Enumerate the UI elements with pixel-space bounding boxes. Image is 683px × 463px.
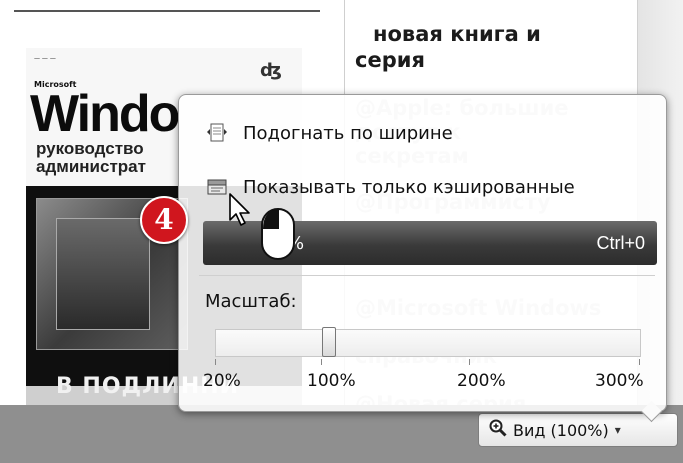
headline-item[interactable]: новая книга и xyxy=(373,22,541,46)
zoom-popup-menu: Подогнать по ширине Показывать только кэ… xyxy=(178,94,667,412)
zoom-slider-track[interactable] xyxy=(215,329,641,357)
scale-label: Масштаб: xyxy=(205,291,297,312)
view-button-label: Вид (100%) xyxy=(513,420,609,440)
slider-tick xyxy=(639,359,640,365)
zoom-slider-thumb[interactable] xyxy=(322,327,337,357)
menu-item-show-cached[interactable]: Показывать только кэшированные xyxy=(205,169,655,205)
menu-item-label: Показывать только кэшированные xyxy=(243,176,575,198)
book-title: Windo xyxy=(30,85,180,143)
slider-tick-label: 20% xyxy=(203,371,241,391)
slider-tick xyxy=(215,359,216,365)
top-divider xyxy=(14,10,320,12)
book-subtitle-2: администрат xyxy=(36,157,146,176)
slider-tick xyxy=(321,359,322,365)
menu-item-fit-width[interactable]: Подогнать по ширине xyxy=(205,115,655,151)
slider-tick-label: 200% xyxy=(457,371,506,391)
mouse-pointer-icon xyxy=(228,192,254,232)
step-number-badge: 4 xyxy=(140,196,188,244)
cached-pages-icon xyxy=(205,175,229,199)
headline-item[interactable]: серия xyxy=(355,48,425,72)
zoom-icon xyxy=(489,419,507,441)
fit-width-icon xyxy=(205,121,229,145)
book-subtitle-1: руководство xyxy=(36,139,144,158)
chevron-down-icon: ▾ xyxy=(614,423,621,437)
mouse-click-icon xyxy=(258,205,298,267)
menu-separator xyxy=(199,275,655,276)
zoom-shortcut-text: Ctrl+0 xyxy=(596,232,645,253)
slider-tick xyxy=(469,359,471,365)
slider-tick-label: 300% xyxy=(595,371,644,391)
publisher-logo-icon: ʤ xyxy=(260,60,282,81)
menu-item-label: Подогнать по ширине xyxy=(243,122,453,144)
slider-tick-label: 100% xyxy=(307,371,356,391)
